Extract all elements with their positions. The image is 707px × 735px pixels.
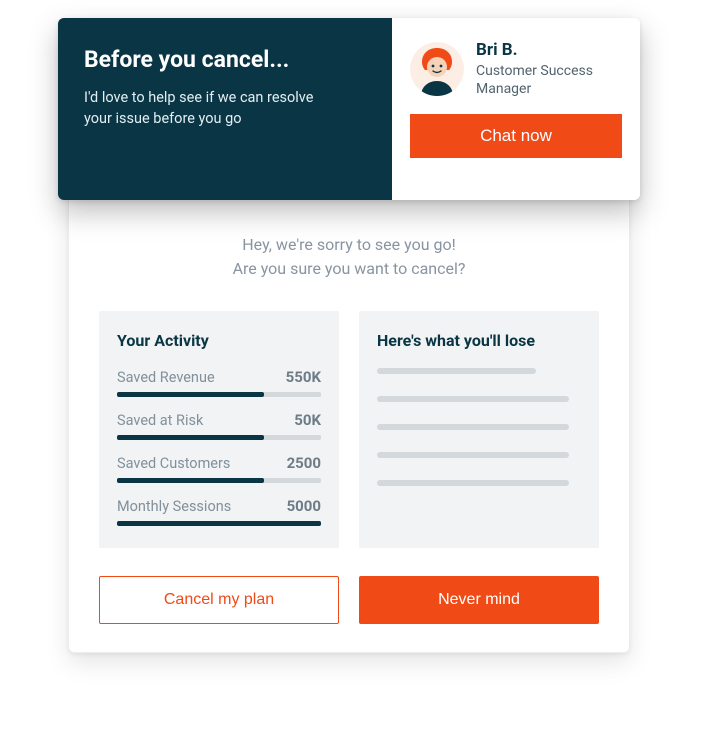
metric-value: 2500 [287,454,321,472]
metric-row: Saved Revenue 550K [117,368,321,397]
agent-name: Bri B. [476,40,622,60]
lose-panel: Here's what you'll lose [359,311,599,548]
metric-bar-fill [117,435,264,440]
metric-bar-fill [117,521,321,526]
metric-row: Monthly Sessions 5000 [117,497,321,526]
banner-subtitle: I'd love to help see if we can resolve y… [84,87,344,129]
cancel-plan-button[interactable]: Cancel my plan [99,576,339,624]
never-mind-button[interactable]: Never mind [359,576,599,624]
metric-label: Saved at Risk [117,412,203,429]
cancel-confirm-modal: Hey, we're sorry to see you go! Are you … [68,192,630,653]
banner-title: Before you cancel... [84,46,368,73]
activity-panel-title: Your Activity [117,331,321,350]
metric-bar [117,478,321,483]
banner-agent-panel: Bri B. Customer Success Manager Chat now [392,18,640,200]
modal-heading: Hey, we're sorry to see you go! Are you … [99,233,599,281]
metric-value: 50K [294,411,321,429]
lose-placeholder-line [377,424,569,430]
modal-heading-line2: Are you sure you want to cancel? [99,257,599,281]
metric-label: Monthly Sessions [117,498,231,515]
metric-value: 550K [286,368,321,386]
lose-panel-title: Here's what you'll lose [377,331,581,350]
banner-message-panel: Before you cancel... I'd love to help se… [58,18,392,200]
lose-placeholder-line [377,396,569,402]
metric-bar [117,392,321,397]
metric-label: Saved Revenue [117,369,215,386]
metric-bar [117,435,321,440]
metric-row: Saved at Risk 50K [117,411,321,440]
cancel-intercept-banner: Before you cancel... I'd love to help se… [58,18,640,200]
activity-panel: Your Activity Saved Revenue 550K Saved a… [99,311,339,548]
lose-placeholder-line [377,452,569,458]
metric-bar-fill [117,478,264,483]
modal-button-row: Cancel my plan Never mind [99,576,599,624]
info-panels: Your Activity Saved Revenue 550K Saved a… [99,311,599,548]
modal-heading-line1: Hey, we're sorry to see you go! [99,233,599,257]
metric-bar [117,521,321,526]
agent-role: Customer Success Manager [476,62,622,98]
agent-info: Bri B. Customer Success Manager [476,40,622,98]
metric-bar-fill [117,392,264,397]
lose-placeholder-line [377,368,536,374]
chat-now-button[interactable]: Chat now [410,114,622,158]
agent-row: Bri B. Customer Success Manager [410,40,622,98]
lose-placeholder-line [377,480,569,486]
metric-label: Saved Customers [117,455,230,472]
metric-value: 5000 [287,497,321,515]
agent-avatar [410,42,464,96]
metric-row: Saved Customers 2500 [117,454,321,483]
